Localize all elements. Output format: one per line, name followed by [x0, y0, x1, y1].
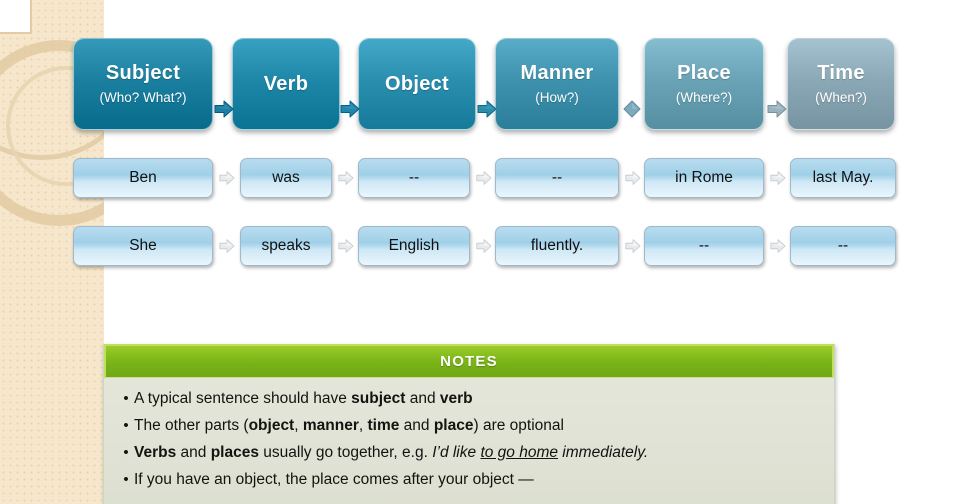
sentence-cell[interactable]: --: [644, 226, 764, 266]
cell-connector-arrow-icon: [219, 238, 235, 254]
note-bullet-item: • The other parts (object, manner, time a…: [118, 415, 820, 437]
note-text: Verbs and places usually go together, e.…: [134, 444, 649, 461]
header-box-subtitle: (How?): [535, 89, 579, 105]
bullet-glyph-icon: •: [123, 417, 129, 434]
note-bullet-item: • A typical sentence should have subject …: [118, 388, 820, 410]
sentence-cell[interactable]: last May.: [790, 158, 896, 198]
sentence-structure-diagram: Subject (Who? What?) Verb Object Manner (How?…: [0, 0, 960, 320]
chevron-arrow-icon: [340, 100, 360, 118]
sentence-cell[interactable]: English: [358, 226, 470, 266]
header-box-title: Manner: [520, 62, 594, 85]
notes-panel: NOTES • A typical sentence should have su…: [103, 344, 835, 504]
sentence-cell-text: was: [272, 169, 300, 186]
header-box-place[interactable]: Place (Where?): [644, 38, 764, 130]
bullet-glyph-icon: •: [123, 471, 129, 488]
header-box-manner[interactable]: Manner (How?): [495, 38, 619, 130]
header-box-verb[interactable]: Verb: [232, 38, 340, 130]
cell-connector-arrow-icon: [476, 170, 492, 186]
sentence-cell[interactable]: Ben: [73, 158, 213, 198]
sentence-cell[interactable]: --: [790, 226, 896, 266]
sentence-cell-text: fluently.: [530, 237, 584, 254]
cell-connector-arrow-icon: [476, 238, 492, 254]
sentence-cell[interactable]: fluently.: [495, 226, 619, 266]
notes-title: NOTES: [440, 353, 498, 370]
header-box-subtitle: (Who? What?): [99, 89, 187, 105]
header-box-title: Object: [384, 72, 450, 95]
note-text: A typical sentence should have subject a…: [134, 390, 473, 407]
sentence-cell-text: Ben: [129, 169, 157, 186]
chevron-arrow-icon: [477, 100, 497, 118]
sentence-cell-text: --: [551, 169, 563, 186]
note-bullet-item: • Verbs and places usually go together, e…: [118, 442, 820, 464]
header-box-subject[interactable]: Subject (Who? What?): [73, 38, 213, 130]
sentence-cell[interactable]: --: [495, 158, 619, 198]
bullet-glyph-icon: •: [123, 390, 129, 407]
header-box-title: Verb: [263, 72, 309, 95]
header-box-subtitle: (Where?): [675, 89, 733, 105]
diamond-arrow-icon: [622, 100, 642, 118]
note-text: If you have an object, the place comes a…: [134, 471, 534, 488]
sentence-cell-text: She: [129, 237, 157, 254]
sentence-cell[interactable]: speaks: [240, 226, 332, 266]
chevron-arrow-icon: [767, 100, 787, 118]
header-box-title: Subject: [105, 62, 181, 85]
header-box-subtitle: (When?): [815, 89, 867, 105]
cell-connector-arrow-icon: [338, 238, 354, 254]
notes-panel-header: NOTES: [104, 344, 834, 378]
sentence-cell[interactable]: --: [358, 158, 470, 198]
cell-connector-arrow-icon: [219, 170, 235, 186]
sentence-cell-text: in Rome: [675, 169, 733, 186]
header-box-title: Time: [817, 62, 865, 85]
notes-panel-body: • A typical sentence should have subject …: [104, 378, 834, 504]
header-box-title: Place: [677, 62, 731, 85]
sentence-cell-text: English: [388, 237, 440, 254]
note-bullet-item: • If you have an object, the place comes …: [118, 469, 820, 491]
note-text: The other parts (object, manner, time an…: [134, 417, 564, 434]
sentence-cell-text: last May.: [812, 169, 874, 186]
cell-connector-arrow-icon: [770, 238, 786, 254]
cell-connector-arrow-icon: [338, 170, 354, 186]
sentence-cell-text: --: [698, 237, 710, 254]
sentence-cell[interactable]: was: [240, 158, 332, 198]
cell-connector-arrow-icon: [625, 170, 641, 186]
header-box-time[interactable]: Time (When?): [787, 38, 895, 130]
sentence-cell[interactable]: in Rome: [644, 158, 764, 198]
sentence-cell[interactable]: She: [73, 226, 213, 266]
sentence-cell-text: --: [408, 169, 420, 186]
sentence-cell-text: speaks: [261, 237, 311, 254]
chevron-arrow-icon: [214, 100, 234, 118]
bullet-glyph-icon: •: [123, 444, 129, 461]
header-box-object[interactable]: Object: [358, 38, 476, 130]
sentence-cell-text: --: [837, 237, 849, 254]
cell-connector-arrow-icon: [625, 238, 641, 254]
cell-connector-arrow-icon: [770, 170, 786, 186]
